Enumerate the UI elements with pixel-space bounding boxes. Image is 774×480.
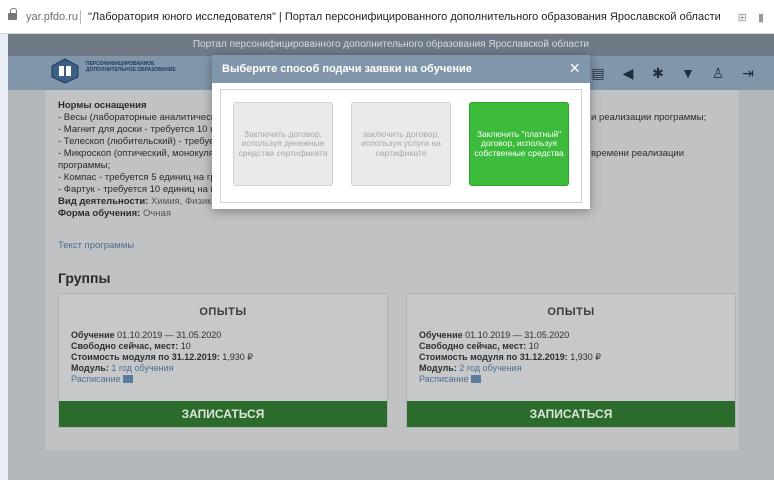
enroll-button[interactable]: ЗАПИСАТЬСЯ (59, 401, 387, 427)
address-domain[interactable]: yar.pfdo.ru (26, 11, 78, 23)
study-value: 01.10.2019 — 31.05.2020 (117, 330, 222, 340)
payment-method-modal: Выберите способ подачи заявки на обучени… (212, 55, 590, 209)
free-label: Свободно сейчас, мест: (419, 341, 527, 351)
free-label: Свободно сейчас, мест: (71, 341, 179, 351)
schedule-link[interactable]: Расписание (419, 374, 469, 384)
equipment-line: - Телескоп (любительский) - требует... (58, 136, 226, 147)
equipment-line: - Микроскоп (оптический, монокуля... (58, 148, 222, 159)
option-certificate-services-button[interactable]: заключить договор, используя услуги на с… (351, 102, 451, 186)
option-label: заключить договор, используя услуги на с… (361, 128, 441, 158)
asterisk-icon[interactable]: ✱ (643, 65, 673, 82)
calendar-icon[interactable] (122, 375, 133, 383)
equipment-heading: Нормы оснащения (58, 100, 147, 111)
close-icon[interactable]: × (569, 59, 580, 77)
address-divider (80, 10, 81, 24)
cost-label: Стоимость модуля по 31.12.2019: (419, 352, 568, 362)
cost-label: Стоимость модуля по 31.12.2019: (71, 352, 220, 362)
option-label: Заключить "платный" договор, используя с… (474, 128, 564, 158)
modal-header: Выберите способ подачи заявки на обучени… (212, 55, 590, 83)
equipment-line: - Магнит для доски - требуется 10 ш... (58, 124, 226, 135)
lock-icon (8, 8, 17, 22)
site-top-strip-text: Портал персонифицированного дополнительн… (192, 39, 590, 50)
option-certificate-funds-button[interactable]: Заключить договор, используя денежные ср… (233, 102, 333, 186)
logout-icon[interactable]: ⇥ (733, 65, 763, 82)
equipment-line-right: и реализации программы; (591, 112, 707, 123)
cost-value: 1,930 ₽ (222, 352, 254, 362)
module-label: Модуль: (419, 363, 457, 373)
study-label: Обучение (419, 330, 463, 340)
free-value: 10 (180, 341, 191, 351)
group-card: ОПЫТЫ Обучение 01.10.2019 — 31.05.2020 С… (406, 293, 736, 428)
logo-text: ПЕРСОНИФИЦИРОВАННОЕ ДОПОЛНИТЕЛЬНОЕ ОБРАЗ… (86, 61, 176, 73)
site-top-strip: Портал персонифицированного дополнительн… (8, 34, 774, 56)
module-link[interactable]: 1 год обучения (111, 363, 173, 373)
module-link[interactable]: 2 год обучения (459, 363, 521, 373)
study-label: Обучение (71, 330, 115, 340)
option-paid-contract-button[interactable]: Заключить "платный" договор, используя с… (469, 102, 569, 186)
schedule-link[interactable]: Расписание (71, 374, 121, 384)
study-value: 01.10.2019 — 31.05.2020 (465, 330, 570, 340)
group-title: ОПЫТЫ (199, 306, 247, 318)
equipment-line-right: времени реализации (591, 148, 685, 159)
form-label: Форма обучения: (58, 208, 141, 219)
group-title: ОПЫТЫ (547, 306, 595, 318)
header-icon-bar: ▤ ◀ ✱ ▼ ♙ ⇥ (583, 56, 763, 90)
equipment-line: - Компас - требуется 5 единиц на гру... (58, 172, 228, 183)
form-value: Очная (142, 208, 171, 219)
people-icon[interactable]: ♙ (703, 65, 733, 82)
program-text-link[interactable]: Текст программы (58, 240, 134, 251)
group-card: ОПЫТЫ Обучение 01.10.2019 — 31.05.2020 С… (58, 293, 388, 428)
groups-heading: Группы (58, 270, 111, 286)
cost-value: 1,930 ₽ (570, 352, 602, 362)
megaphone-icon[interactable]: ◀ (613, 65, 643, 82)
calendar-icon[interactable] (470, 375, 481, 383)
free-value: 10 (528, 341, 539, 351)
browser-action-icons[interactable]: ⊞ ▮ (738, 11, 768, 24)
option-label: Заключить договор, используя денежные ср… (238, 128, 328, 158)
module-label: Модуль: (71, 363, 109, 373)
modal-title: Выберите способ подачи заявки на обучени… (222, 63, 472, 75)
trophy-icon[interactable]: ▼ (673, 65, 703, 81)
modal-body: Заключить договор, используя денежные ср… (220, 89, 582, 203)
activity-label: Вид деятельности: (58, 196, 149, 207)
page-tab-title: "Лаборатория юного исследователя" | Порт… (88, 11, 721, 23)
browser-address-bar: yar.pfdo.ru "Лаборатория юного исследова… (0, 0, 774, 34)
equipment-line: программы; (58, 160, 111, 171)
logo-icon[interactable] (50, 58, 80, 84)
equipment-line: - Фартук - требуется 10 единиц на гр... (58, 184, 228, 195)
enroll-button[interactable]: ЗАПИСАТЬСЯ (407, 401, 735, 427)
